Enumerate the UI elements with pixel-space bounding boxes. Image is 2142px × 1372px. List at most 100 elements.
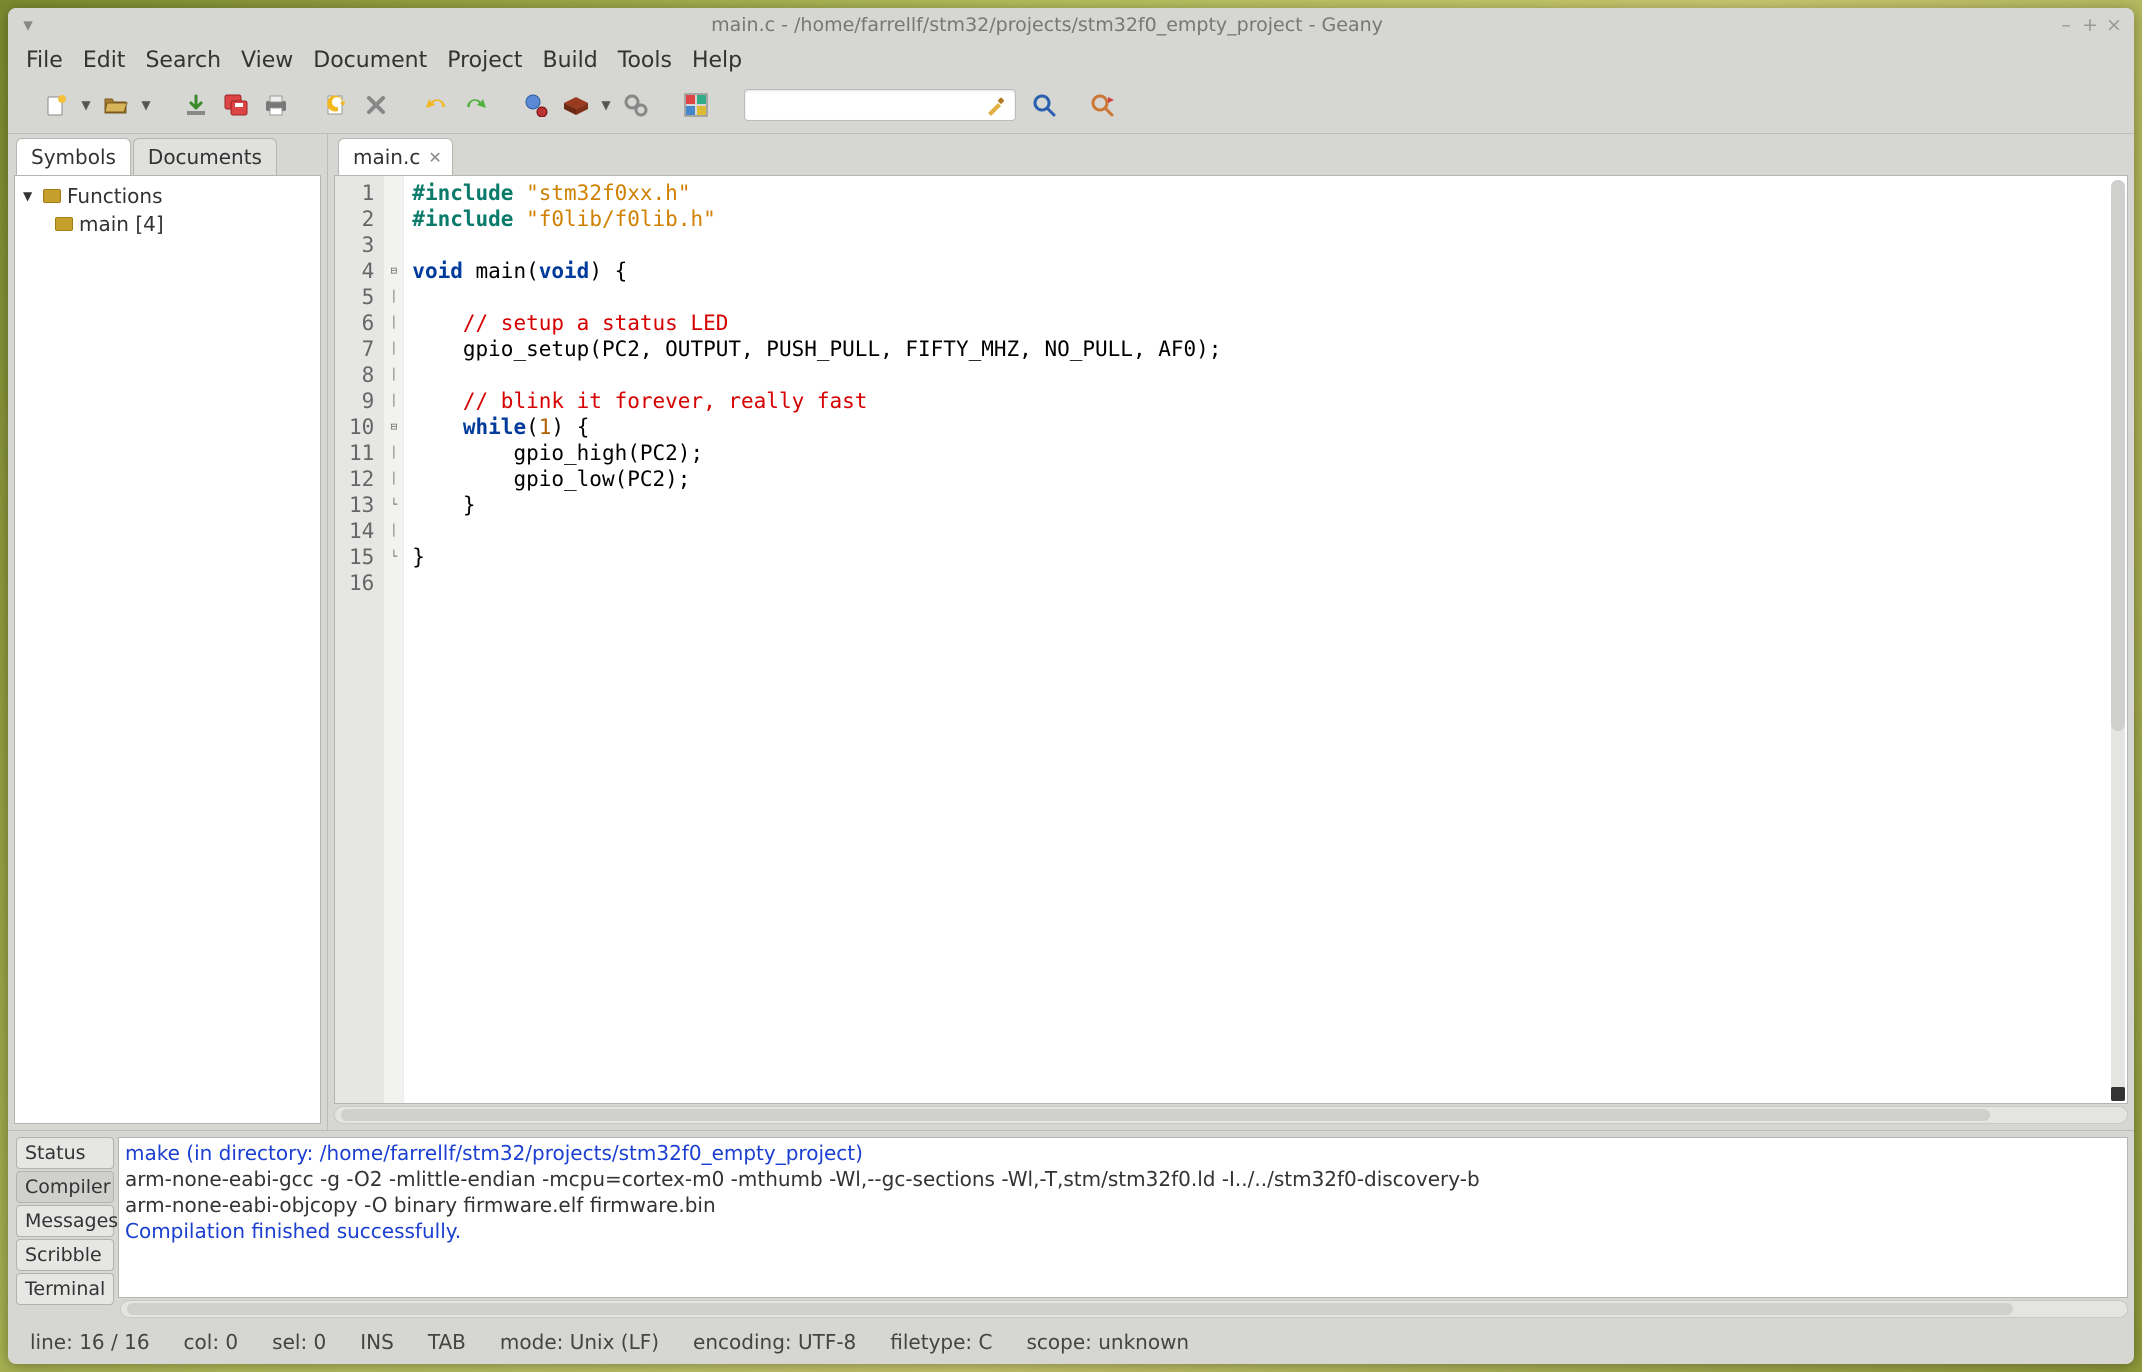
toolbar: ▼ ▼ [8, 81, 2134, 134]
open-file-dropdown[interactable]: ▼ [138, 98, 154, 112]
status-scope: scope: unknown [1026, 1330, 1189, 1354]
editor-panel: main.c ✕ 1 2 3 4 5 6 7 8 9 10 11 12 13 1… [328, 134, 2134, 1130]
scrollbar-thumb[interactable] [2111, 180, 2125, 731]
maximize-button[interactable]: + [2078, 14, 2102, 36]
scrollbar-thumb[interactable] [127, 1303, 2013, 1315]
message-tab-status[interactable]: Status [16, 1137, 114, 1169]
search-replace-icon [1090, 93, 1118, 117]
tree-root-label: Functions [67, 184, 163, 208]
save-icon [184, 93, 208, 117]
titlebar: ▾ main.c - /home/farrellf/stm32/projects… [8, 8, 2134, 42]
fold-column[interactable]: ⊟ │ │ │ │ │ ⊟ │ │ └ │ └ [384, 176, 404, 1103]
sidebar-tab-documents[interactable]: Documents [133, 138, 277, 175]
open-file-button[interactable] [98, 87, 134, 123]
minimize-button[interactable]: – [2054, 14, 2078, 36]
search-icon [1032, 93, 1056, 117]
undo-icon [423, 95, 449, 115]
close-tab-icon[interactable]: ✕ [428, 148, 441, 167]
reload-button[interactable] [318, 87, 354, 123]
sidebar-tab-symbols[interactable]: Symbols [16, 138, 131, 175]
message-tab-scribble[interactable]: Scribble [16, 1239, 114, 1271]
preferences-button[interactable] [1086, 87, 1122, 123]
chevron-down-icon: ▼ [23, 189, 37, 203]
menu-build[interactable]: Build [533, 46, 608, 75]
compile-button[interactable] [518, 87, 554, 123]
horizontal-scrollbar[interactable] [334, 1106, 2128, 1124]
message-horizontal-scrollbar[interactable] [120, 1300, 2128, 1318]
menubar: File Edit Search View Document Project B… [8, 42, 2134, 81]
tag-icon [55, 217, 73, 231]
new-file-icon [44, 93, 68, 117]
message-tabs: Status Compiler Messages Scribble Termin… [8, 1131, 118, 1300]
status-encoding: encoding: UTF-8 [693, 1330, 856, 1354]
build-button[interactable] [558, 87, 594, 123]
app-menu-icon[interactable]: ▾ [16, 14, 40, 36]
compile-icon [523, 93, 549, 117]
search-field[interactable] [744, 89, 1016, 121]
execute-button[interactable] [618, 87, 654, 123]
brick-icon [562, 95, 590, 115]
undo-button[interactable] [418, 87, 454, 123]
vertical-scrollbar[interactable] [2111, 180, 2125, 1099]
find-button[interactable] [1026, 87, 1062, 123]
menu-edit[interactable]: Edit [73, 46, 136, 75]
menu-view[interactable]: View [231, 46, 303, 75]
status-col: col: 0 [184, 1330, 239, 1354]
search-input[interactable] [753, 95, 985, 116]
message-tab-terminal[interactable]: Terminal [16, 1273, 114, 1305]
new-file-button[interactable] [38, 87, 74, 123]
tag-icon [43, 189, 61, 203]
redo-icon [463, 95, 489, 115]
status-filetype: filetype: C [890, 1330, 992, 1354]
status-line: line: 16 / 16 [30, 1330, 150, 1354]
menu-tools[interactable]: Tools [608, 46, 682, 75]
compiler-output[interactable]: make (in directory: /home/farrellf/stm32… [118, 1137, 2128, 1298]
menu-project[interactable]: Project [437, 46, 532, 75]
tree-item-label: main [4] [79, 212, 164, 236]
editor-tab-mainc[interactable]: main.c ✕ [338, 138, 453, 175]
gears-icon [623, 93, 649, 117]
scrollbar-thumb[interactable] [341, 1109, 1990, 1121]
close-window-button[interactable]: × [2102, 14, 2126, 36]
color-chooser-button[interactable] [678, 87, 714, 123]
status-mode: mode: Unix (LF) [500, 1330, 659, 1354]
sidebar: Symbols Documents ▼ Functions main [4] [8, 134, 328, 1130]
color-swatch-icon [684, 93, 708, 117]
editor-tabs: main.c ✕ [328, 138, 2134, 175]
window-title: main.c - /home/farrellf/stm32/projects/s… [40, 14, 2054, 36]
app-window: ▾ main.c - /home/farrellf/stm32/projects… [8, 8, 2134, 1364]
print-button[interactable] [258, 87, 294, 123]
message-tab-messages[interactable]: Messages [16, 1205, 114, 1237]
printer-icon [263, 93, 289, 117]
menu-file[interactable]: File [16, 46, 73, 75]
sidebar-body: ▼ Functions main [4] [14, 175, 321, 1124]
status-sel: sel: 0 [272, 1330, 326, 1354]
message-panel: Status Compiler Messages Scribble Termin… [8, 1130, 2134, 1324]
save-all-icon [223, 93, 249, 117]
redo-button[interactable] [458, 87, 494, 123]
save-button[interactable] [178, 87, 214, 123]
menu-help[interactable]: Help [682, 46, 752, 75]
new-file-dropdown[interactable]: ▼ [78, 98, 94, 112]
statusbar: line: 16 / 16 col: 0 sel: 0 INS TAB mode… [8, 1324, 2134, 1364]
status-ins: INS [360, 1330, 394, 1354]
menu-document[interactable]: Document [303, 46, 437, 75]
line-number-gutter: 1 2 3 4 5 6 7 8 9 10 11 12 13 14 15 16 [335, 176, 384, 1103]
main-area: Symbols Documents ▼ Functions main [4] m… [8, 134, 2134, 1130]
message-tab-compiler[interactable]: Compiler [16, 1171, 114, 1203]
tree-item-main[interactable]: main [4] [23, 210, 312, 238]
build-dropdown[interactable]: ▼ [598, 98, 614, 112]
scrollbar-end [2111, 1087, 2125, 1101]
folder-open-icon [103, 93, 129, 117]
tree-root-functions[interactable]: ▼ Functions [23, 182, 312, 210]
save-all-button[interactable] [218, 87, 254, 123]
close-file-button[interactable] [358, 87, 394, 123]
editor-tab-label: main.c [353, 145, 420, 169]
status-tab: TAB [428, 1330, 466, 1354]
close-icon [365, 94, 387, 116]
code-area[interactable]: #include "stm32f0xx.h" #include "f0lib/f… [404, 176, 2127, 1103]
code-editor[interactable]: 1 2 3 4 5 6 7 8 9 10 11 12 13 14 15 16 ⊟… [334, 175, 2128, 1104]
sidebar-tabs: Symbols Documents [8, 138, 327, 175]
menu-search[interactable]: Search [135, 46, 231, 75]
broom-icon [985, 94, 1007, 116]
